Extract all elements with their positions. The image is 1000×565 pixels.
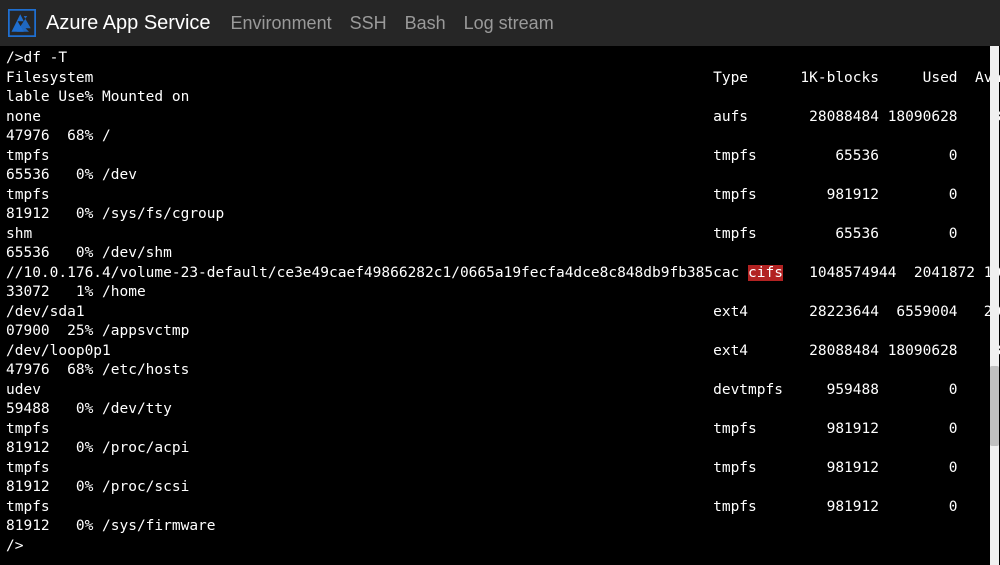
terminal-line: 65536 0% /dev [6, 167, 137, 183]
terminal-line: 81912 0% /proc/acpi [6, 440, 189, 456]
navbar: Azure App Service Environment SSH Bash L… [0, 0, 1000, 46]
highlight-cifs: cifs [748, 265, 783, 281]
terminal-pane[interactable]: />df -T Filesystem Type 1K-blocks Used A… [0, 46, 1000, 565]
terminal-line: 47976 68% / [6, 128, 111, 144]
terminal-line: /> [6, 538, 23, 554]
terminal-line: 81912 0% /sys/fs/cgroup [6, 206, 224, 222]
brand: Azure App Service [8, 9, 211, 37]
terminal-line: tmpfs tmpfs 981912 0 9 [6, 460, 1000, 476]
terminal-line: 81912 0% /proc/scsi [6, 479, 189, 495]
terminal-line: 59488 0% /dev/tty [6, 401, 172, 417]
terminal-line: tmpfs tmpfs 981912 0 9 [6, 421, 1000, 437]
terminal-line: none aufs 28088484 18090628 85 [6, 109, 1000, 125]
terminal-line: 33072 1% /home [6, 284, 146, 300]
terminal-line: 81912 0% /sys/firmware [6, 518, 216, 534]
nav-links: Environment SSH Bash Log stream [231, 13, 554, 34]
scrollbar-thumb[interactable] [990, 366, 999, 446]
azure-logo-icon [8, 9, 36, 37]
terminal-line: Filesystem Type 1K-blocks Used Avai [6, 70, 1000, 86]
nav-bash[interactable]: Bash [405, 13, 446, 34]
nav-environment[interactable]: Environment [231, 13, 332, 34]
terminal-line: lable Use% Mounted on [6, 89, 189, 105]
terminal-line: tmpfs tmpfs 65536 0 [6, 148, 958, 164]
terminal-line: /dev/sda1 ext4 28223644 6559004 202 [6, 304, 1000, 320]
terminal-output: />df -T Filesystem Type 1K-blocks Used A… [0, 46, 1000, 556]
nav-logstream[interactable]: Log stream [464, 13, 554, 34]
terminal-line: tmpfs tmpfs 981912 0 9 [6, 499, 1000, 515]
terminal-line: tmpfs tmpfs 981912 0 9 [6, 187, 1000, 203]
terminal-line: /dev/loop0p1 ext4 28088484 18090628 85 [6, 343, 1000, 359]
terminal-line: 65536 0% /dev/shm [6, 245, 172, 261]
terminal-line: 07900 25% /appsvctmp [6, 323, 189, 339]
scrollbar-track[interactable] [990, 46, 999, 565]
terminal-line: 47976 68% /etc/hosts [6, 362, 189, 378]
terminal-line: //10.0.176.4/volume-23-default/ce3e49cae… [6, 265, 1000, 281]
terminal-line: udev devtmpfs 959488 0 9 [6, 382, 1000, 398]
brand-title: Azure App Service [46, 12, 211, 35]
nav-ssh[interactable]: SSH [350, 13, 387, 34]
terminal-line: shm tmpfs 65536 0 [6, 226, 958, 242]
terminal-line: />df -T [6, 50, 67, 66]
